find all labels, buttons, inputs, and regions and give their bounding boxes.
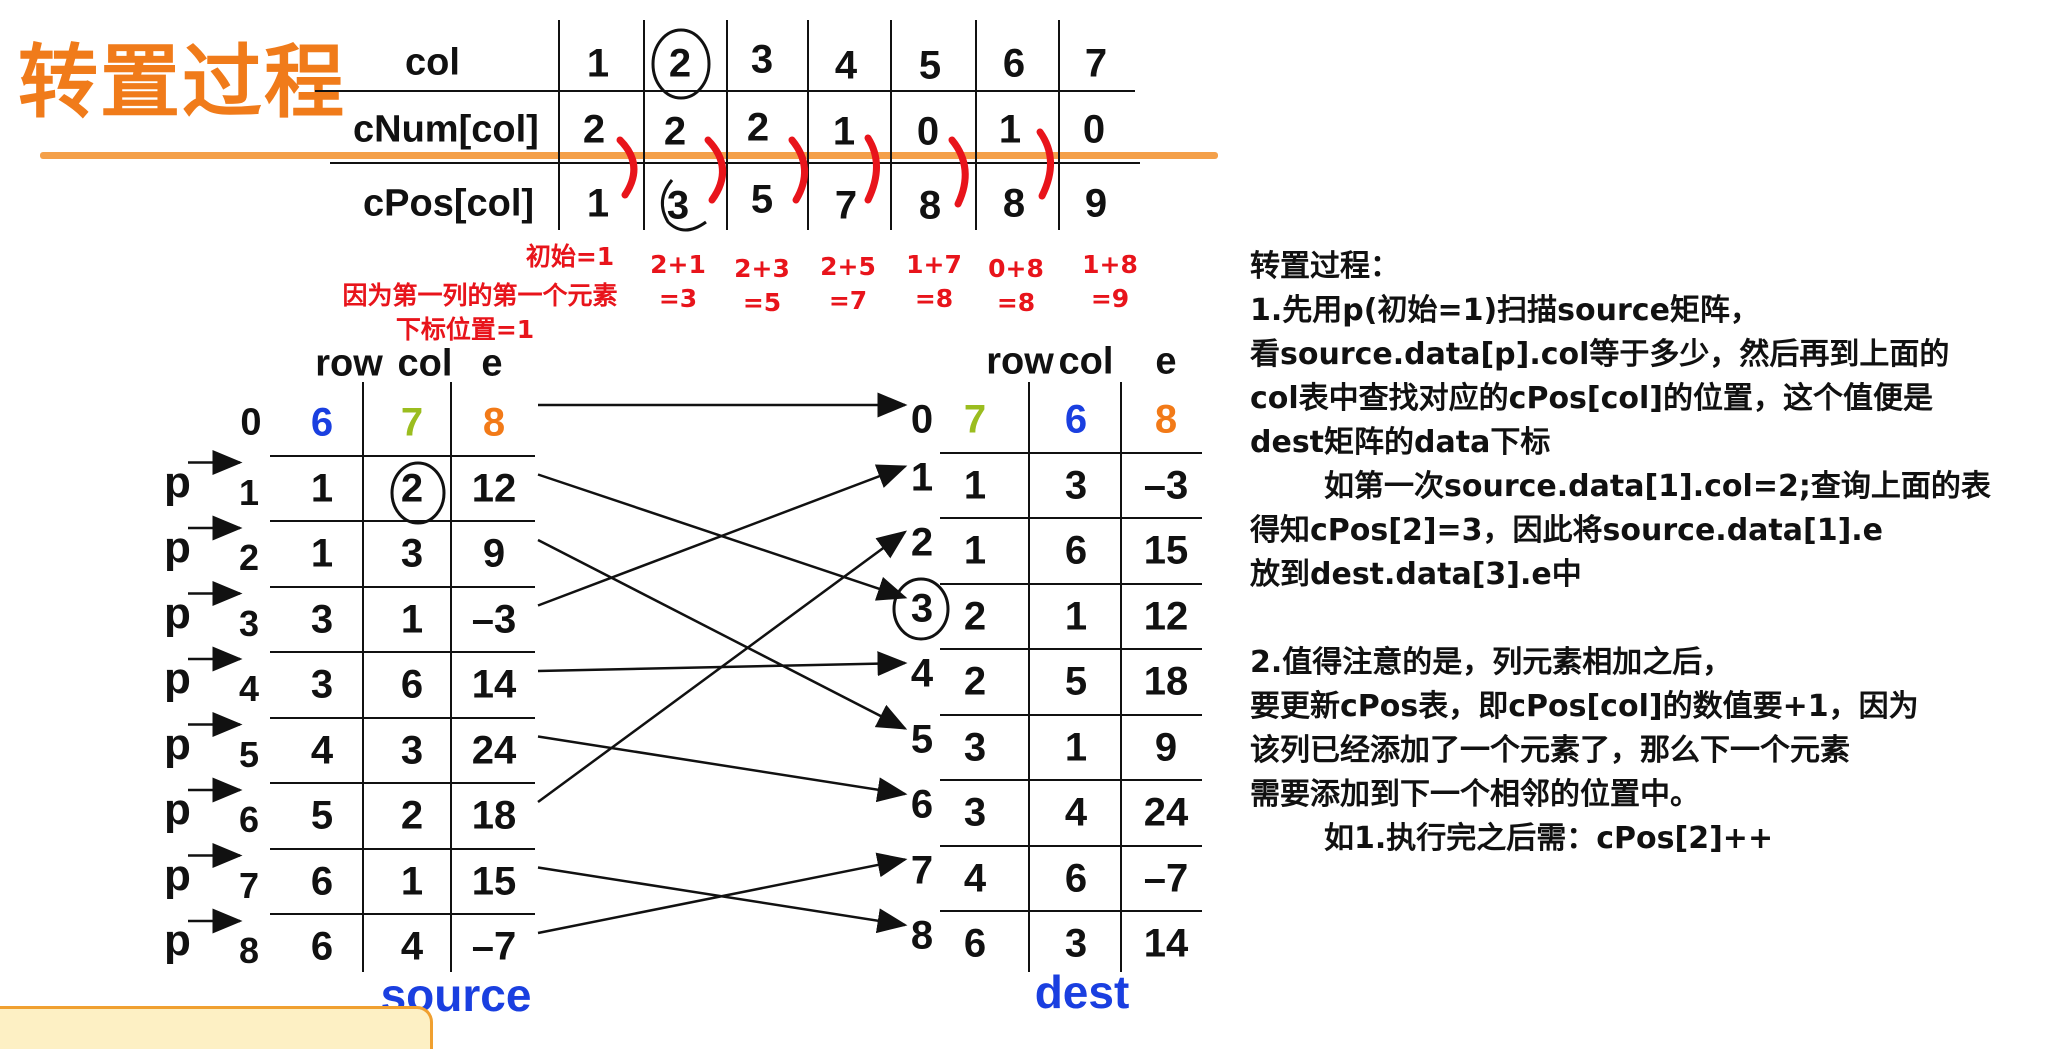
pen-bracket xyxy=(1036,128,1054,200)
circle-col-2 xyxy=(651,28,711,100)
pen-annotations xyxy=(616,128,1054,208)
mapping-arrow xyxy=(537,538,908,730)
ink-circles xyxy=(390,28,950,641)
mapping-arrow xyxy=(537,464,908,607)
diagram-overlay xyxy=(188,28,1054,935)
pen-bracket xyxy=(788,136,809,204)
mapping-arrow xyxy=(537,852,908,935)
pen-bracket xyxy=(616,136,638,199)
circle-cpos-3 xyxy=(660,179,707,232)
mapping-arrow xyxy=(537,735,908,803)
mapping-arrows xyxy=(188,392,908,935)
mapping-arrow xyxy=(537,530,908,804)
pen-bracket xyxy=(704,136,727,204)
pen-bracket xyxy=(864,134,880,204)
circle-dest-index-3 xyxy=(892,577,950,641)
pen-bracket xyxy=(948,136,969,208)
circle-source-col-2 xyxy=(390,461,446,525)
